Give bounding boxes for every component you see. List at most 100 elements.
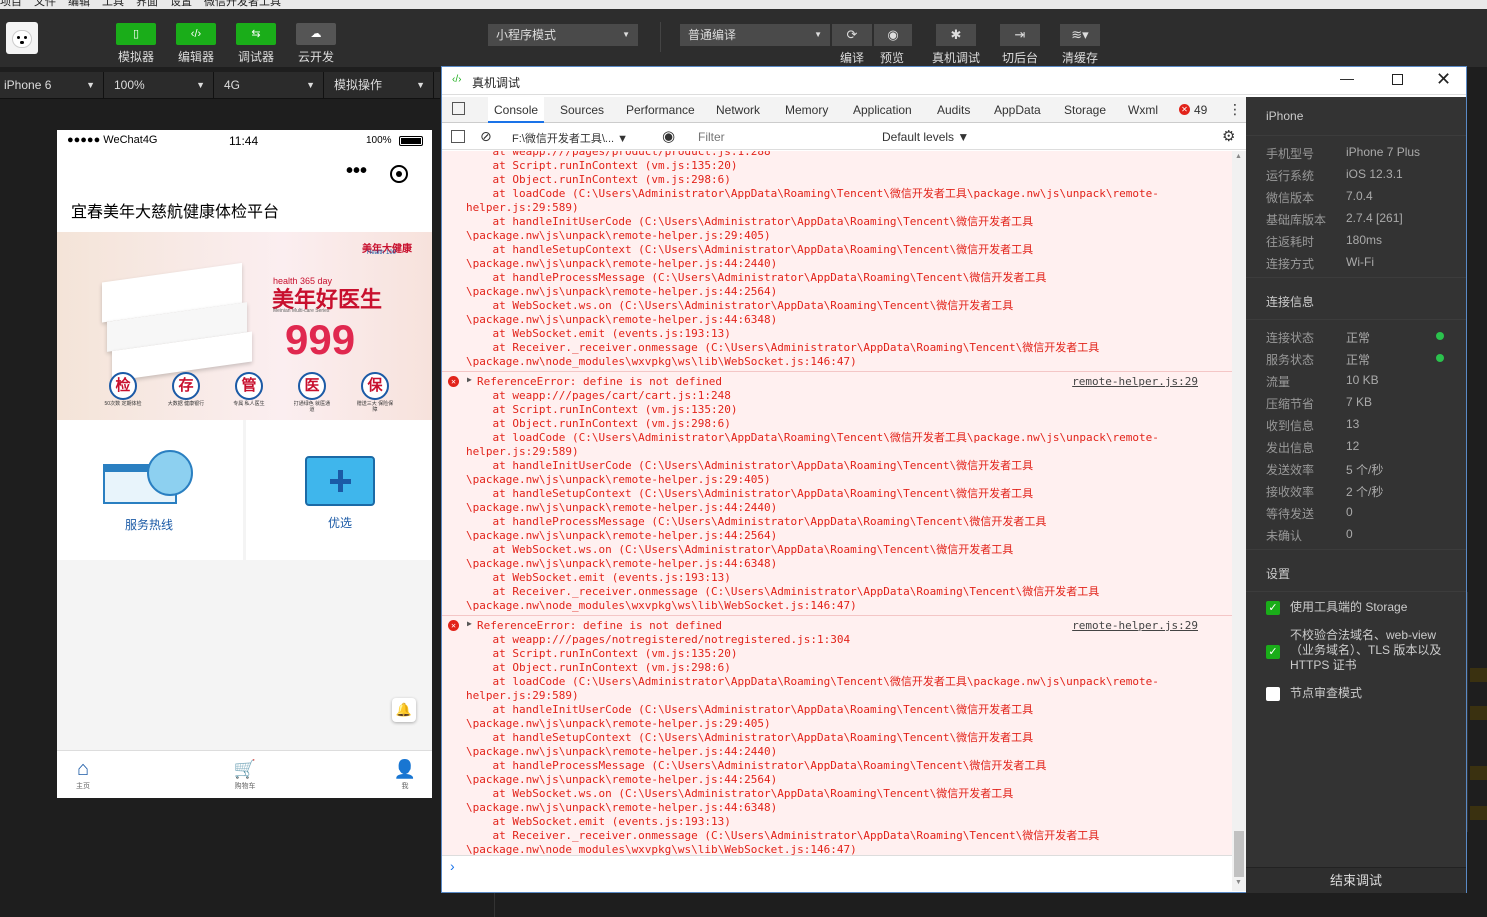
- console-line: at handleSetupContext (C:\Users\Administ…: [466, 731, 1034, 744]
- status-ok-dot: [1436, 354, 1444, 362]
- tab-memory[interactable]: Memory: [785, 97, 828, 123]
- main-toolbar: ▯ 模拟器 ‹/› 编辑器 ⇆ 调试器 ☁ 云开发 小程序模式 ▼ 普通编译 ▼ ⟳ ◉ 编译 预…: [0, 9, 1487, 67]
- expand-arrow-icon[interactable]: ▶: [467, 619, 472, 628]
- toolbar-button-1[interactable]: ‹/› 编辑器: [176, 23, 216, 65]
- console-output[interactable]: at weapp:///pages/product/product.js:1:2…: [442, 151, 1232, 855]
- setting-checkbox[interactable]: ✓: [1266, 645, 1280, 659]
- console-line: at loadCode (C:\Users\Administrator\AppD…: [466, 431, 1159, 444]
- home-icon: ⌂: [76, 758, 90, 780]
- menu-item[interactable]: 微信开发者工具: [204, 0, 281, 9]
- toolbar-button-3[interactable]: ☁ 云开发: [296, 23, 336, 65]
- grid-item-hotline[interactable]: 服务热线: [57, 420, 243, 560]
- more-vert-icon[interactable]: ⋮: [1228, 101, 1242, 118]
- promo-banner[interactable]: 美年大健康 Health 100 health 365 day 美年好医生 Me…: [57, 232, 432, 420]
- device-info-label: 微信版本: [1266, 191, 1315, 205]
- console-prompt[interactable]: ›: [442, 855, 1232, 891]
- tab-cart[interactable]: 🛒 购物车: [225, 757, 265, 791]
- tab-sources[interactable]: Sources: [560, 97, 604, 123]
- preview-button[interactable]: ◉: [874, 24, 912, 46]
- remote-debug-button[interactable]: ✱: [936, 24, 976, 46]
- console-separator: [442, 371, 1232, 372]
- compile-button[interactable]: ⟳: [832, 24, 872, 46]
- menu-item[interactable]: 文件: [34, 0, 56, 9]
- console-line: at Script.runInContext (vm.js:135:20): [466, 403, 738, 416]
- tab-application[interactable]: Application: [853, 97, 912, 123]
- context-select[interactable]: F:\微信开发者工具\... ▼: [512, 130, 642, 146]
- tab-home[interactable]: ⌂ 主页: [63, 757, 103, 791]
- bug-icon: ✱: [950, 27, 962, 42]
- device-select[interactable]: iPhone 6 ▼: [0, 72, 104, 99]
- error-source-link[interactable]: remote-helper.js:29: [1072, 375, 1198, 388]
- menu-item[interactable]: 界面: [136, 0, 158, 9]
- console-line: \package.nw\js\unpack\remote-helper.js:4…: [466, 745, 778, 758]
- eye-icon[interactable]: ◉: [662, 127, 675, 145]
- background-button[interactable]: ⇥: [1000, 24, 1040, 46]
- tab-appdata[interactable]: AppData: [994, 97, 1041, 123]
- close-capsule-icon[interactable]: [390, 165, 408, 183]
- tab-network[interactable]: Network: [716, 97, 760, 123]
- compile-select[interactable]: 普通编译 ▼: [680, 24, 830, 46]
- log-levels-select[interactable]: Default levels ▼: [882, 130, 969, 144]
- device-info-value: iPhone 7 Plus: [1346, 145, 1421, 159]
- tab-storage[interactable]: Storage: [1064, 97, 1106, 123]
- menu-item[interactable]: 项目: [0, 0, 22, 9]
- more-icon[interactable]: •••: [346, 160, 367, 183]
- network-select[interactable]: 4G ▼: [220, 72, 324, 99]
- tab-performance[interactable]: Performance: [626, 97, 695, 123]
- mini-program-navbar: ••• 宜春美年大慈航健康体检平台: [57, 152, 432, 232]
- menu-item[interactable]: 工具: [102, 0, 124, 9]
- inspect-icon[interactable]: [452, 102, 465, 115]
- end-debug-button[interactable]: 结束调试: [1246, 867, 1466, 893]
- mode-select[interactable]: 小程序模式 ▼: [488, 24, 638, 46]
- console-line: at loadCode (C:\Users\Administrator\AppD…: [466, 675, 1159, 688]
- error-source-link[interactable]: remote-helper.js:29: [1072, 619, 1198, 632]
- setting-checkbox[interactable]: ✓: [1266, 601, 1280, 615]
- operation-select[interactable]: 模拟操作 ▼: [330, 72, 434, 99]
- console-line: \package.nw\js\unpack\remote-helper.js:4…: [466, 313, 778, 326]
- refresh-icon: ⟳: [846, 27, 858, 42]
- zoom-select[interactable]: 100% ▼: [110, 72, 214, 99]
- error-icon: ✕: [448, 620, 459, 631]
- debug-icon: ⇆: [236, 23, 276, 45]
- notification-bell-button[interactable]: 🔔: [392, 698, 416, 722]
- console-scrollbar[interactable]: ▲ ▼: [1232, 151, 1246, 891]
- grid-item-selection[interactable]: 优选: [246, 420, 432, 560]
- device-info-value: iOS 12.3.1: [1346, 167, 1403, 181]
- toolbar-button-0[interactable]: ▯ 模拟器: [116, 23, 156, 65]
- gear-icon[interactable]: ⚙: [1222, 127, 1235, 145]
- tab-me[interactable]: 👤 我: [385, 757, 425, 791]
- console-line: at Script.runInContext (vm.js:135:20): [466, 159, 738, 172]
- maximize-button[interactable]: [1392, 74, 1403, 85]
- status-ok-dot: [1436, 332, 1444, 340]
- console-line: at Object.runInContext (vm.js:298:6): [466, 661, 731, 674]
- tab-wxml[interactable]: Wxml: [1128, 97, 1158, 123]
- close-button[interactable]: ✕: [1436, 69, 1451, 90]
- badge-sub: 赠送三大 保险保障: [356, 401, 394, 413]
- medical-kit-icon: [305, 456, 375, 506]
- menu-item[interactable]: 设置: [170, 0, 192, 9]
- banner-subtitle: Meinian Multi-care Series: [273, 308, 330, 314]
- minimize-button[interactable]: —: [1340, 70, 1354, 86]
- tab-console[interactable]: Console: [488, 97, 545, 123]
- error-count[interactable]: 49: [1194, 103, 1207, 117]
- console-line: \package.nw\node_modules\wxvpkg\ws\lib\W…: [466, 599, 857, 612]
- tab-audits[interactable]: Audits: [937, 97, 970, 123]
- battery-icon: [399, 136, 423, 146]
- setting-checkbox[interactable]: [1266, 687, 1280, 701]
- clock-text: 11:44: [229, 134, 259, 148]
- console-error[interactable]: ✕ ▶ ReferenceError: define is not defined r…: [448, 375, 1228, 389]
- clear-console-icon[interactable]: ⊘: [480, 128, 492, 145]
- menu-item[interactable]: 编辑: [68, 0, 90, 9]
- phone-status-bar: ●●●●● WeChat4G 11:44 100%: [57, 130, 432, 152]
- sidebar-toggle-icon[interactable]: [451, 130, 465, 143]
- avatar[interactable]: [6, 22, 38, 54]
- console-error[interactable]: ✕ ▶ ReferenceError: define is not defined r…: [448, 619, 1228, 633]
- clear-cache-button[interactable]: ≋▾: [1060, 24, 1100, 46]
- tab-bar: ⌂ 主页 🛒 购物车 👤 我: [57, 750, 432, 798]
- device-info-label: 手机型号: [1266, 147, 1315, 161]
- remote-debug-window: ‹/› 真机调试 — ✕ Console Sources Performance Ne…: [441, 66, 1467, 893]
- filter-input[interactable]: [694, 128, 874, 146]
- error-message: ReferenceError: define is not defined: [477, 375, 723, 388]
- toolbar-button-2[interactable]: ⇆ 调试器: [236, 23, 276, 65]
- expand-arrow-icon[interactable]: ▶: [467, 375, 472, 384]
